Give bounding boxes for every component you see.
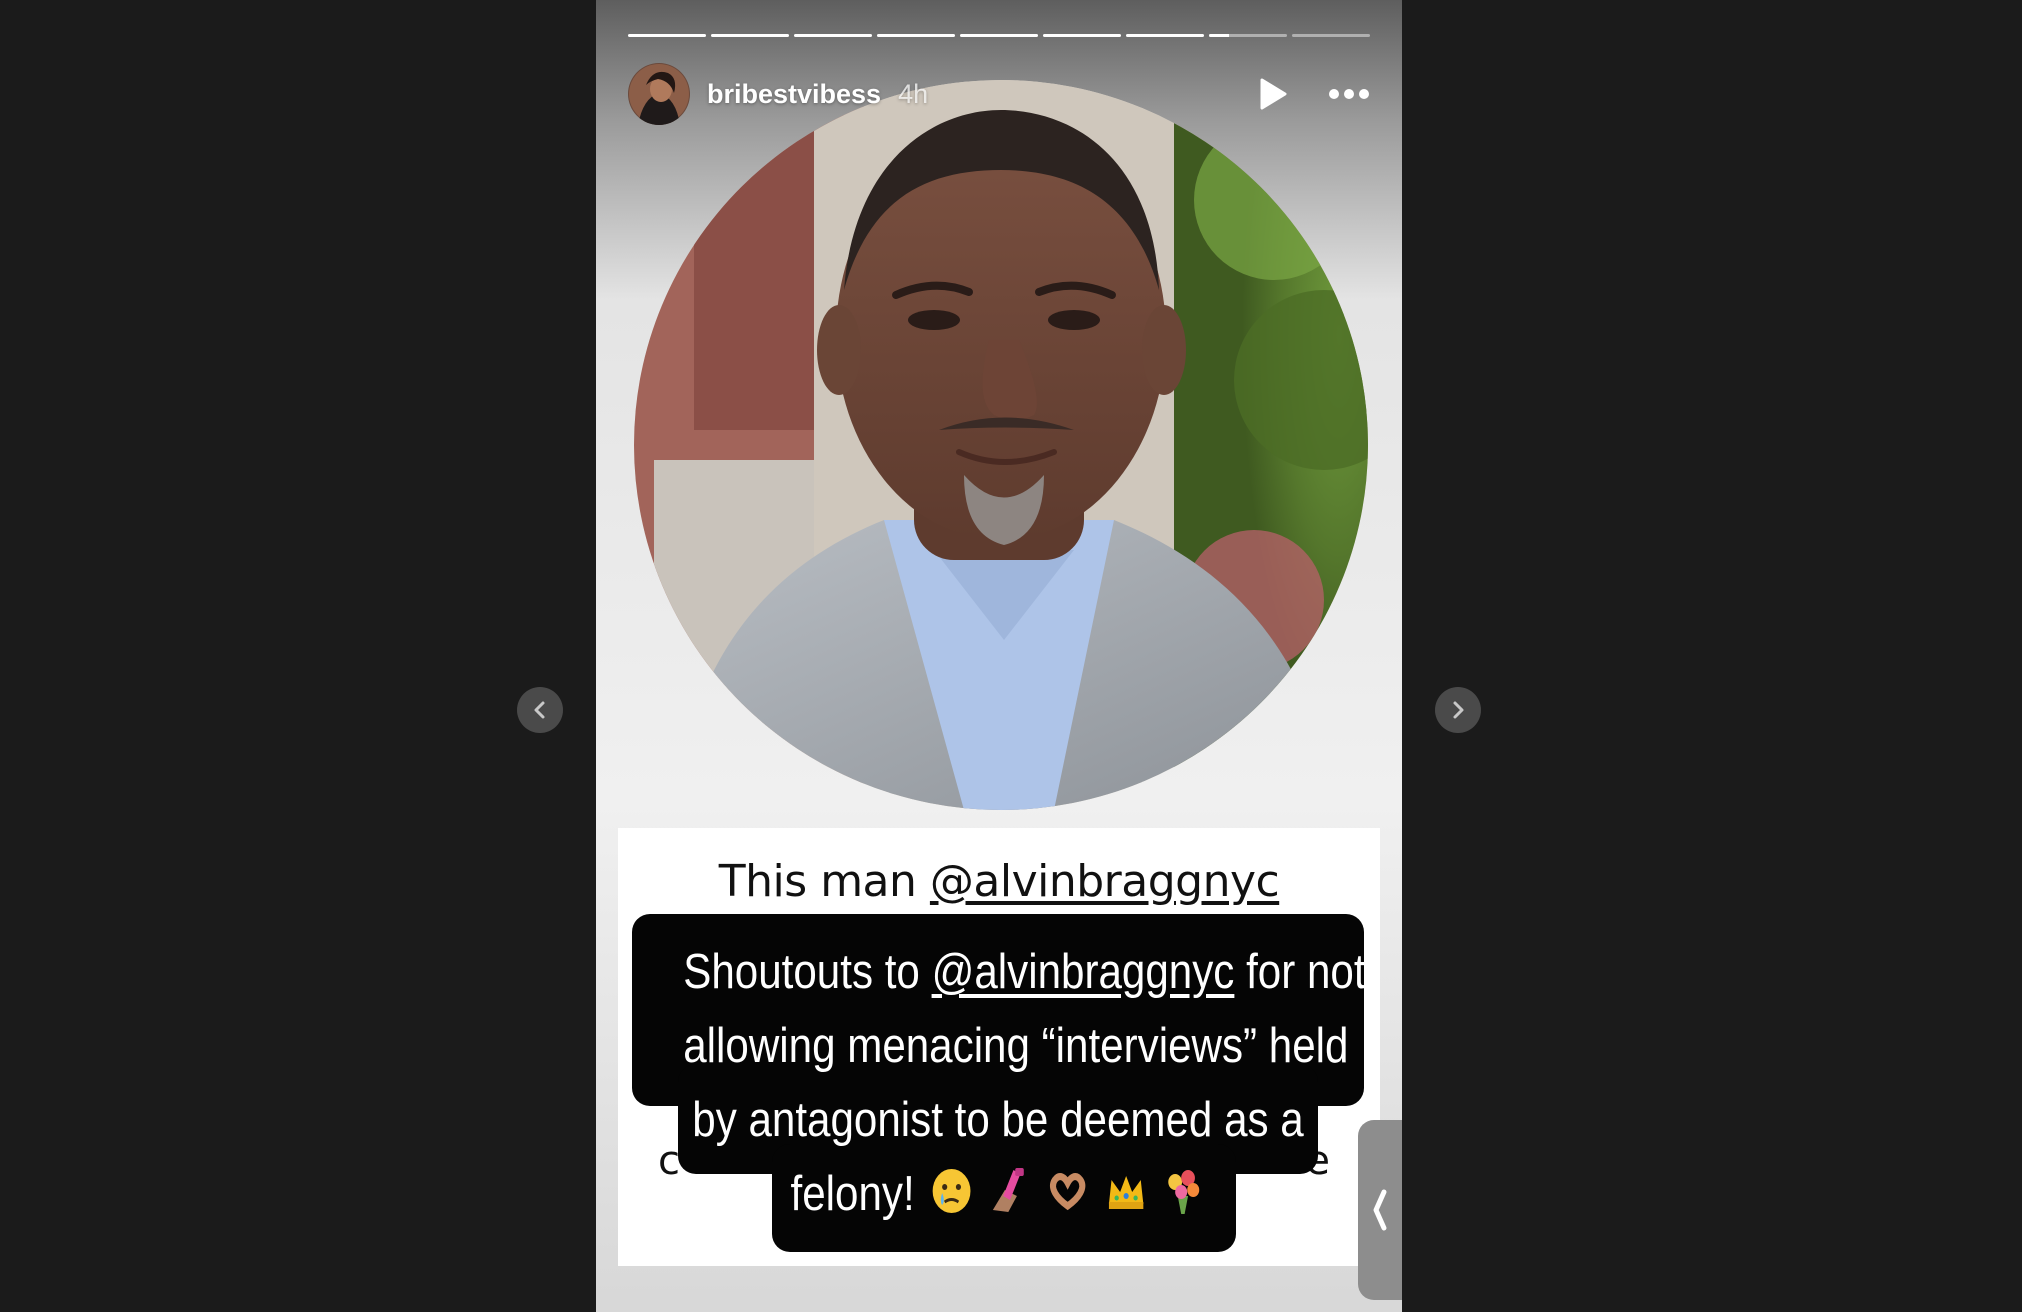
caption-text: for not: [1234, 945, 1366, 999]
shared-post-text: This man: [718, 856, 930, 907]
more-options-button[interactable]: [1328, 88, 1370, 100]
caption-line-2: allowing menacing “interviews” held: [683, 1019, 1349, 1073]
progress-segment-fill: [1209, 34, 1229, 37]
story-username[interactable]: bribestvibess: [707, 79, 881, 110]
progress-segment: [1209, 34, 1287, 37]
progress-segment: [1043, 34, 1121, 37]
next-story-button[interactable]: [1435, 687, 1481, 733]
progress-segment: [711, 34, 789, 37]
story-header: bribestvibess 4h: [628, 62, 1370, 126]
portrait-photo: [634, 80, 1368, 810]
progress-segment: [628, 34, 706, 37]
chevron-left-icon: [1373, 1189, 1387, 1231]
progress-segment: [1126, 34, 1204, 37]
caption-text: Shoutouts to: [683, 945, 932, 999]
previous-story-button[interactable]: [517, 687, 563, 733]
obscured-text-left: c: [658, 1138, 680, 1184]
story-progress-bar: [628, 34, 1370, 37]
progress-segment-fill: [877, 34, 955, 37]
progress-segment: [877, 34, 955, 37]
progress-segment: [960, 34, 1038, 37]
progress-segment: [794, 34, 872, 37]
avatar[interactable]: [628, 63, 690, 125]
story-timestamp: 4h: [898, 78, 929, 109]
caption-text: felony!: [790, 1167, 915, 1221]
caption-line-3: by antagonist to be deemed as a: [692, 1093, 1304, 1147]
progress-segment-fill: [1126, 34, 1204, 37]
progress-segment: [1292, 34, 1370, 37]
story-viewer[interactable]: bribestvibess 4h This man @alvinbraggnyc…: [596, 0, 1402, 1312]
caption-mention-link[interactable]: @alvinbraggnyc: [932, 945, 1235, 999]
caption-line-4: felony!: [683, 1166, 1313, 1228]
progress-segment-fill: [711, 34, 789, 37]
caption-line-1: Shoutouts to @alvinbraggnyc for not: [683, 944, 1365, 1000]
play-button[interactable]: [1258, 78, 1288, 110]
progress-segment-fill: [1043, 34, 1121, 37]
progress-segment-fill: [628, 34, 706, 37]
bouquet-icon: [1162, 1166, 1205, 1228]
progress-segment-fill: [960, 34, 1038, 37]
nail-polish-icon: [988, 1166, 1031, 1228]
mention-link[interactable]: @alvinbraggnyc: [930, 856, 1280, 907]
side-panel-toggle[interactable]: [1358, 1120, 1402, 1300]
chevron-left-icon: [534, 701, 545, 719]
play-icon: [1260, 78, 1287, 110]
shared-post-caption: This man @alvinbraggnyc: [618, 856, 1380, 907]
more-icon: [1329, 89, 1369, 99]
teary-face-icon: [930, 1166, 973, 1228]
chevron-right-icon: [1453, 701, 1464, 719]
heart-hands-icon: [1046, 1166, 1089, 1228]
progress-segment-fill: [794, 34, 872, 37]
crown-icon: [1104, 1166, 1147, 1228]
